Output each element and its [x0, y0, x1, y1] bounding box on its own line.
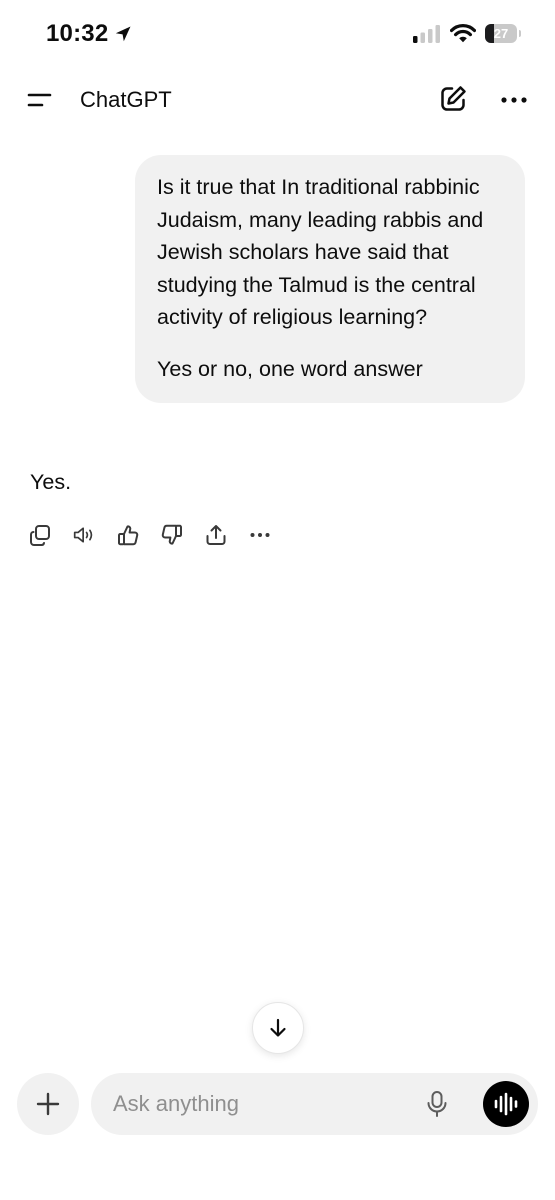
status-time-text: 10:32 — [46, 20, 109, 47]
battery-icon: 27 — [485, 24, 521, 43]
plus-icon — [36, 1092, 60, 1116]
battery-fill — [485, 24, 494, 43]
copy-button[interactable] — [29, 522, 51, 548]
status-time: 10:32 — [46, 20, 132, 48]
app-header: ChatGPT — [0, 78, 555, 122]
scroll-to-bottom-button[interactable] — [252, 1002, 304, 1054]
attach-button[interactable] — [17, 1073, 79, 1135]
message-actions — [29, 522, 271, 548]
message-input[interactable] — [113, 1073, 413, 1135]
location-arrow-icon — [116, 26, 131, 42]
thumbs-up-icon — [118, 525, 139, 546]
microphone-icon — [427, 1091, 447, 1117]
thumbs-down-icon — [161, 524, 182, 545]
more-icon — [501, 97, 527, 103]
app-title: ChatGPT — [80, 87, 172, 112]
wifi-icon — [450, 24, 476, 43]
read-aloud-button[interactable] — [73, 522, 95, 548]
new-chat-button[interactable] — [438, 84, 468, 114]
arrow-down-icon — [270, 1018, 286, 1037]
more-options-button[interactable] — [500, 86, 528, 114]
share-button[interactable] — [205, 522, 227, 548]
voice-mode-icon — [494, 1092, 518, 1116]
menu-icon — [27, 93, 52, 107]
chat-screen: 10:32 27 ChatGPT Is it true that In trad… — [0, 0, 555, 1200]
share-icon — [206, 525, 226, 545]
thumbs-down-button[interactable] — [161, 522, 183, 548]
cellular-signal-icon — [413, 24, 440, 43]
status-indicators: 27 — [413, 24, 521, 43]
voice-mode-button[interactable] — [483, 1081, 529, 1127]
user-message-bubble: Is it true that In traditional rabbinic … — [135, 155, 525, 403]
read-aloud-icon — [73, 527, 93, 543]
copy-icon — [30, 525, 50, 546]
battery-level-text: 27 — [493, 26, 509, 41]
user-message-instruction: Yes or no, one word answer — [157, 356, 423, 381]
more-icon — [250, 533, 270, 537]
thumbs-up-button[interactable] — [117, 522, 139, 548]
new-chat-icon — [441, 86, 466, 111]
battery-tip — [519, 30, 521, 37]
sidebar-menu-button[interactable] — [26, 86, 54, 114]
dictation-button[interactable] — [423, 1089, 451, 1119]
user-message-question: Is it true that In traditional rabbinic … — [157, 175, 484, 329]
assistant-message: Yes. — [30, 470, 72, 494]
message-more-button[interactable] — [249, 522, 271, 548]
composer — [91, 1073, 538, 1135]
